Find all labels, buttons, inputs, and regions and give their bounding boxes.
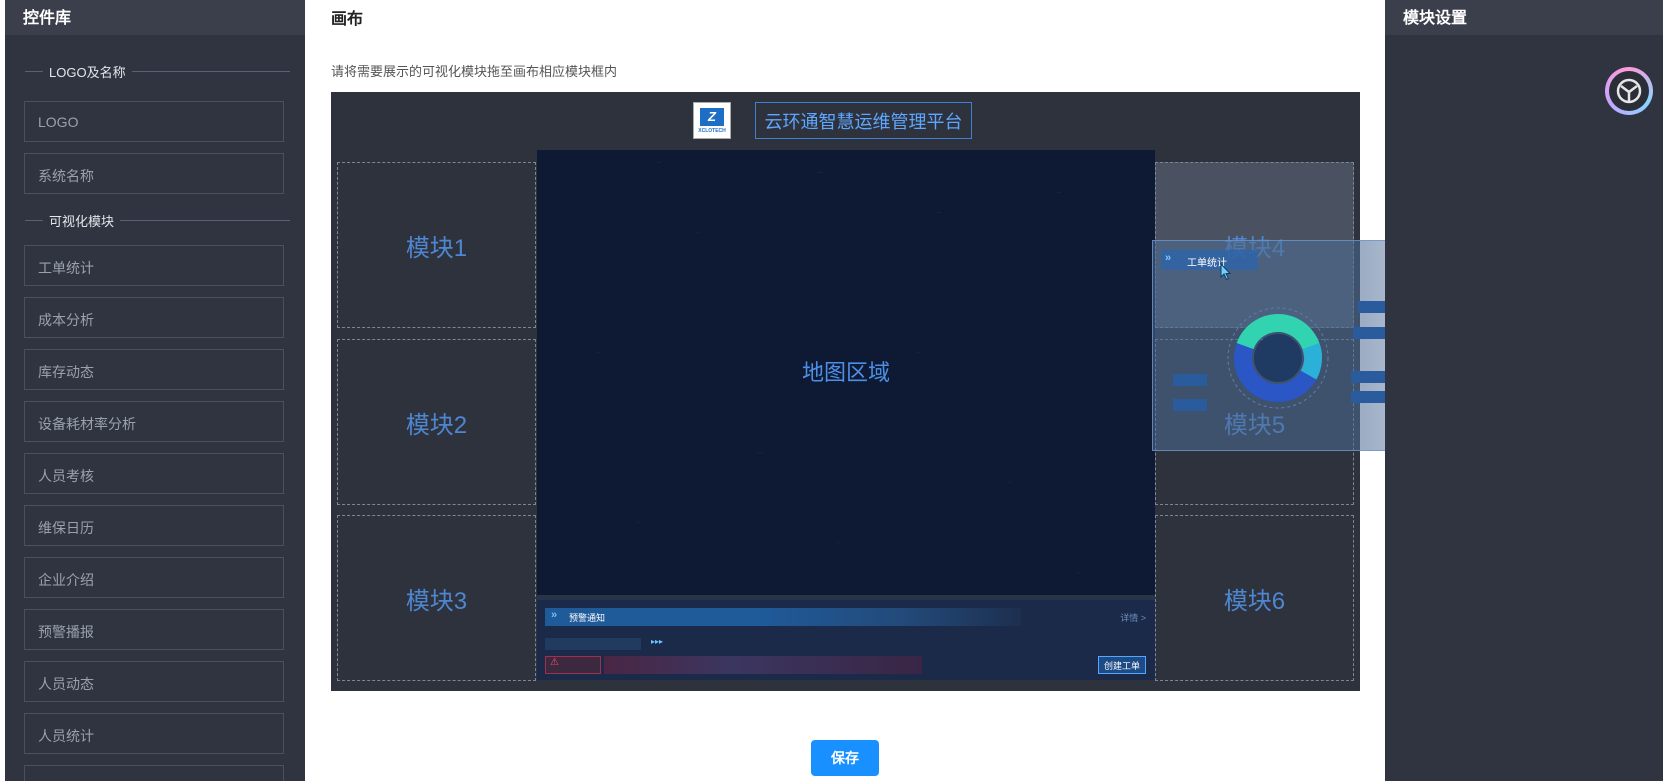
widget-item-inventory[interactable]: 库存动态: [24, 349, 284, 390]
map-area: ·· ··· ·· · ·· ·· ·· ··· ·· · ·· ·· 地图区域: [537, 150, 1155, 595]
widget-library-title: 控件库: [5, 0, 305, 35]
ghost-label-block: [1173, 374, 1207, 386]
donut-chart-icon: [1227, 307, 1329, 409]
alert-message-bar: [604, 656, 922, 674]
dragging-widget-preview[interactable]: » 工单统计: [1152, 240, 1408, 451]
widget-item-equipment-consumption[interactable]: 设备耗材率分析: [24, 401, 284, 442]
warning-icon: ⚠: [545, 656, 601, 674]
logo-slot[interactable]: Z XCLOTECH: [693, 102, 731, 139]
widget-item-cost-analysis[interactable]: 成本分析: [24, 297, 284, 338]
widget-library-panel: 控件库 LOGO及名称 LOGO 系统名称 可视化模块 工单统计 成本分析 库存…: [5, 0, 305, 781]
widget-item-work-order-stats[interactable]: 工单统计: [24, 245, 284, 286]
save-button[interactable]: 保存: [811, 740, 879, 776]
map-decor: ··: [657, 160, 661, 166]
create-work-order-button[interactable]: 创建工单: [1098, 656, 1146, 674]
map-decor: ··: [637, 520, 641, 526]
chevron-right-icon: »: [1165, 252, 1172, 264]
section-label: 可视化模块: [49, 213, 115, 229]
mouse-cursor-icon: [1220, 263, 1232, 281]
ghost-label-block: [1353, 327, 1389, 339]
user-avatar-icon[interactable]: [1605, 67, 1653, 115]
widget-item-maintenance-calendar[interactable]: 维保日历: [24, 505, 284, 546]
widget-item-staff-assessment[interactable]: 人员考核: [24, 453, 284, 494]
logo-mark-icon: Z: [700, 107, 724, 126]
widget-item-logo[interactable]: LOGO: [24, 101, 284, 142]
alert-detail-link[interactable]: 详情 >: [1120, 611, 1146, 624]
alert-title: 预警通知: [569, 613, 606, 623]
ghost-label-block: [1351, 391, 1387, 403]
canvas-hint: 请将需要展示的可视化模块拖至画布相应模块框内: [331, 64, 618, 79]
arrows-icon: ▸▸▸: [651, 637, 664, 646]
map-decor: ·: [697, 230, 699, 236]
chevron-right-icon: »: [551, 609, 558, 621]
map-decor: ·: [837, 540, 839, 546]
widget-item-system-name[interactable]: 系统名称: [24, 153, 284, 194]
section-visual-modules: 可视化模块: [25, 210, 290, 230]
map-decor: ··: [1007, 480, 1011, 486]
module-slot-3[interactable]: 模块3: [337, 515, 536, 681]
module-settings-title: 模块设置: [1385, 0, 1663, 35]
widget-item-more[interactable]: [24, 765, 284, 781]
section-label: LOGO及名称: [49, 64, 126, 80]
section-logo-name: LOGO及名称: [25, 61, 290, 81]
map-decor: ···: [817, 170, 823, 176]
system-name-slot[interactable]: 云环通智慧运维管理平台: [755, 102, 972, 139]
widget-list[interactable]: LOGO及名称 LOGO 系统名称 可视化模块 工单统计 成本分析 库存动态 设…: [5, 35, 305, 781]
map-decor: ···: [757, 450, 763, 456]
module-settings-panel: 模块设置: [1385, 0, 1663, 781]
module-slot-6[interactable]: 模块6: [1155, 515, 1354, 681]
canvas-title: 画布: [331, 11, 364, 28]
alert-placeholder-row: [545, 638, 641, 650]
ghost-label-block: [1351, 371, 1387, 383]
widget-item-company-intro[interactable]: 企业介绍: [24, 557, 284, 598]
module-slot-2[interactable]: 模块2: [337, 339, 536, 505]
alert-notice-module: » 预警通知 详情 > ▸▸▸ ⚠ 创建工单: [537, 596, 1155, 680]
module-slot-1[interactable]: 模块1: [337, 162, 536, 328]
map-decor: ··: [1057, 190, 1061, 196]
map-decor: ··: [937, 210, 941, 216]
ghost-label-block: [1173, 399, 1207, 411]
logo-brand: XCLOTECH: [698, 127, 726, 134]
map-decor: ··: [1077, 570, 1081, 576]
widget-item-alert-broadcast[interactable]: 预警播报: [24, 609, 284, 650]
avatar-glyph-icon: [1616, 78, 1642, 104]
widget-item-staff-stats[interactable]: 人员统计: [24, 713, 284, 754]
alert-header-bar: » 预警通知: [545, 608, 1021, 626]
map-area-label: 地图区域: [801, 360, 890, 385]
widget-item-staff-activity[interactable]: 人员动态: [24, 661, 284, 702]
